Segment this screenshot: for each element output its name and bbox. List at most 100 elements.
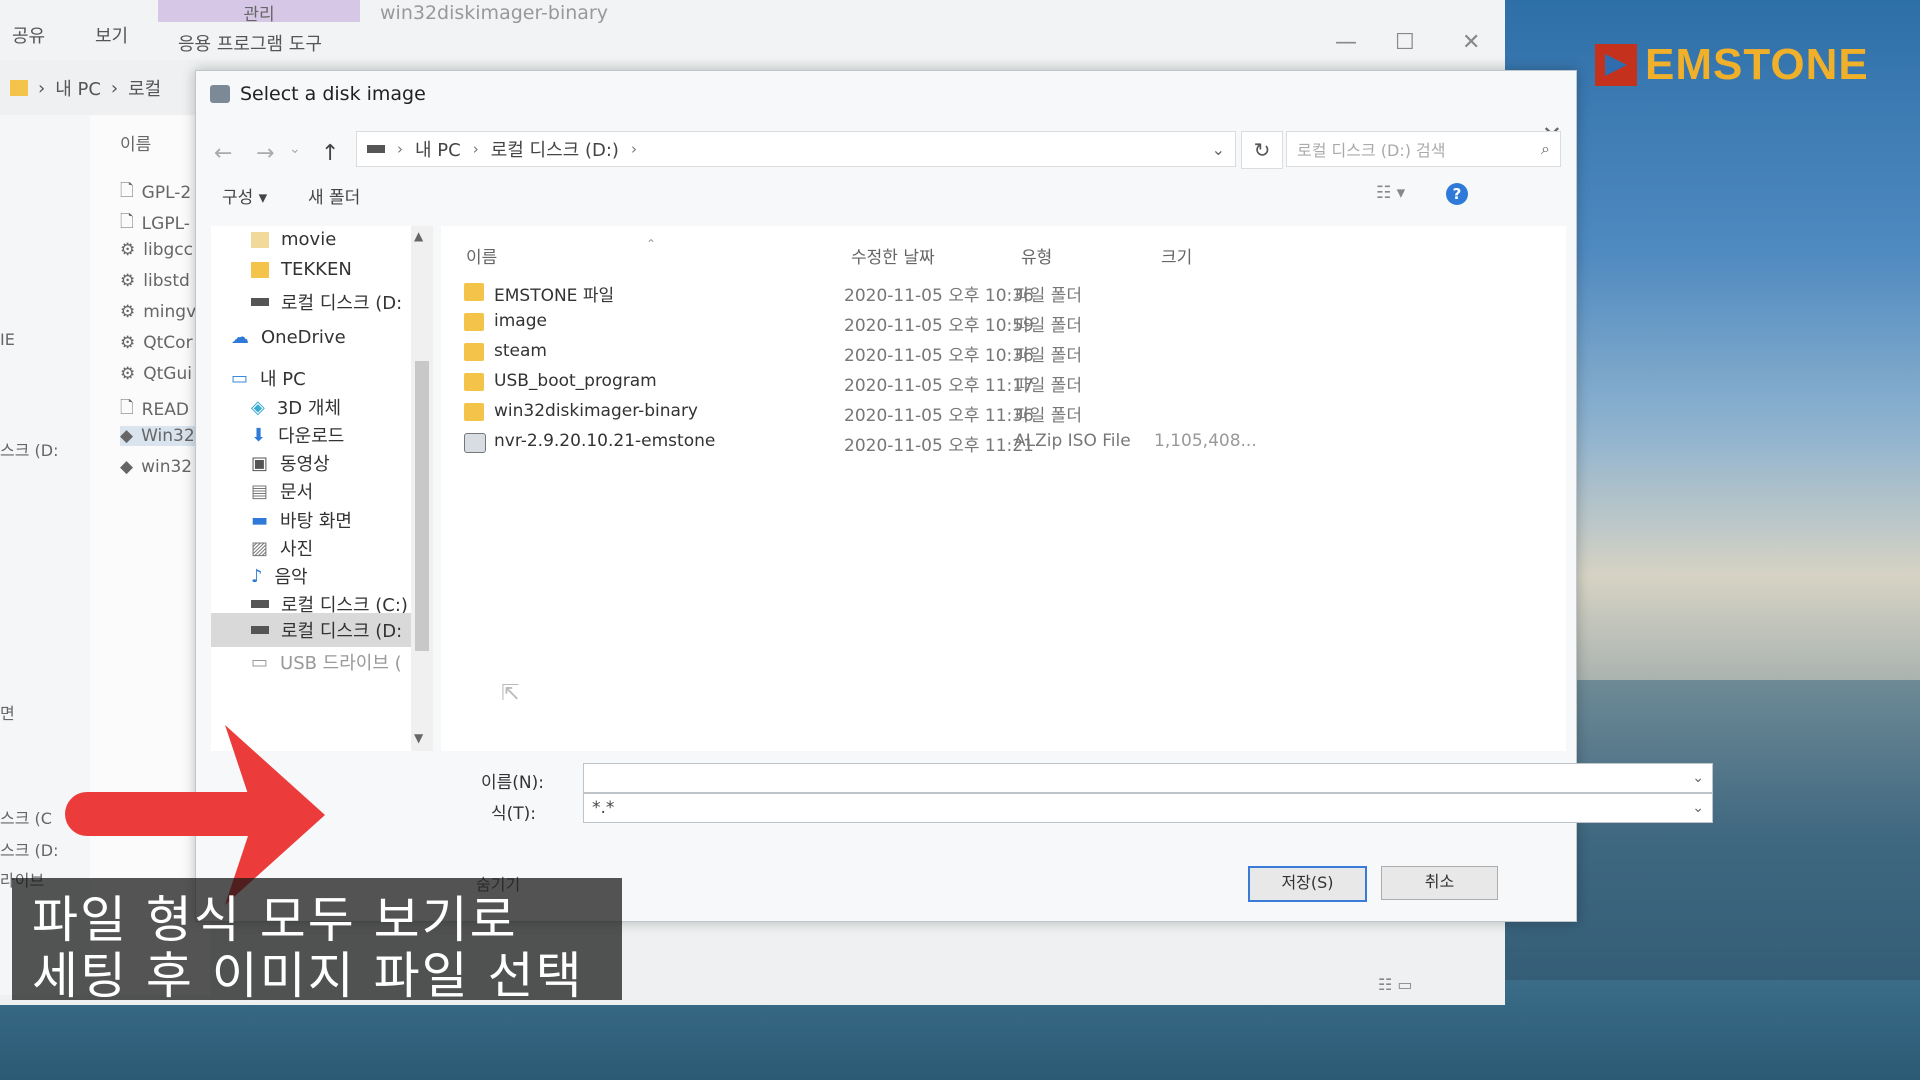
nav-item-downloads[interactable]: ⬇ 다운로드 bbox=[251, 422, 344, 448]
nav-item-movie[interactable]: movie bbox=[251, 229, 336, 250]
explorer-nav-item[interactable]: 면 bbox=[0, 700, 15, 724]
folder-icon bbox=[464, 373, 484, 391]
minimize-button[interactable]: — bbox=[1335, 30, 1357, 55]
search-input[interactable]: 로컬 디스크 (D:) 검색 ⌕ bbox=[1286, 131, 1561, 167]
dialog-address-bar[interactable]: › 내 PC › 로컬 디스크 (D:) › ⌄ bbox=[356, 131, 1236, 167]
folder-icon bbox=[10, 80, 28, 96]
nav-item-local-disk-d[interactable]: 로컬 디스크 (D: bbox=[211, 613, 411, 647]
drive-icon bbox=[251, 626, 269, 634]
close-icon[interactable]: ✕ bbox=[1462, 30, 1480, 55]
file-type: 파일 폴더 bbox=[1014, 406, 1082, 426]
save-button[interactable]: 저장(S) bbox=[1248, 866, 1367, 902]
nav-scroll-thumb[interactable] bbox=[415, 361, 429, 651]
chevron-down-icon[interactable]: ⌄ bbox=[1692, 794, 1704, 822]
crumb-this-pc[interactable]: 내 PC bbox=[415, 136, 461, 162]
chevron-right-icon: › bbox=[472, 140, 479, 158]
nav-item-onedrive[interactable]: ☁ OneDrive bbox=[231, 327, 346, 348]
new-folder-button[interactable]: 새 폴더 bbox=[308, 183, 360, 208]
nav-item-usb-drive[interactable]: ▭ USB 드라이브 ( bbox=[251, 649, 402, 675]
music-icon: ♪ bbox=[251, 565, 263, 587]
view-toggle-icons[interactable]: ☷ ▭ bbox=[1378, 975, 1413, 994]
tab-app-tools[interactable]: 응용 프로그램 도구 bbox=[178, 30, 322, 56]
explorer-file-row[interactable]: ⚙ libstd bbox=[120, 271, 190, 291]
explorer-ribbon-tabs: 공유 보기 관리 응용 프로그램 도구 win32diskimager-bina… bbox=[0, 0, 1505, 60]
nav-item-this-pc[interactable]: ▭ 내 PC bbox=[231, 365, 306, 391]
nav-item-videos[interactable]: ▣ 동영상 bbox=[251, 450, 330, 476]
maximize-button[interactable]: ☐ bbox=[1395, 30, 1415, 55]
file-type: 파일 폴더 bbox=[1014, 376, 1082, 396]
explorer-file-row[interactable]: ⚙ libgcc bbox=[120, 240, 193, 260]
file-row[interactable]: USB_boot_program 2020-11-05 오후 11:17 파일 … bbox=[464, 371, 1514, 399]
filetype-select[interactable]: *.* ⌄ bbox=[583, 793, 1713, 823]
file-date: 2020-11-05 오후 10:36 bbox=[844, 286, 1034, 306]
search-placeholder: 로컬 디스크 (D:) 검색 bbox=[1297, 141, 1446, 160]
app-icon: ◆ bbox=[120, 426, 134, 446]
drive-icon bbox=[251, 298, 269, 306]
explorer-file-row[interactable]: 🗋 GPL-2 bbox=[120, 178, 191, 207]
crumb-this-pc[interactable]: 내 PC bbox=[55, 75, 101, 101]
explorer-file-row[interactable]: ⚙ QtCor bbox=[120, 333, 193, 353]
file-icon: 🗋 bbox=[120, 212, 134, 232]
brand-logo: EMSTONE bbox=[1595, 40, 1869, 90]
explorer-nav-item[interactable]: IE bbox=[0, 330, 15, 349]
file-row[interactable]: image 2020-11-05 오후 10:59 파일 폴더 bbox=[464, 311, 1514, 339]
explorer-nav-item[interactable]: 스크 (D: bbox=[0, 837, 58, 861]
explorer-nav-item[interactable]: 스크 (C bbox=[0, 805, 52, 829]
explorer-file-row[interactable]: 🗋 LGPL- bbox=[120, 209, 190, 238]
dll-icon: ⚙ bbox=[120, 240, 136, 260]
sort-up-icon: ⌃ bbox=[646, 237, 657, 251]
column-type[interactable]: 유형 bbox=[1021, 243, 1052, 268]
nav-item-desktop[interactable]: ▬ 바탕 화면 bbox=[251, 507, 352, 533]
nav-item-tekken[interactable]: TEKKEN bbox=[251, 259, 352, 280]
explorer-file-row-selected[interactable]: ◆ Win32 bbox=[120, 426, 195, 446]
view-options-icon[interactable]: ☷ ▾ bbox=[1376, 183, 1405, 203]
tab-manage[interactable]: 관리 bbox=[158, 0, 360, 25]
help-icon[interactable]: ? bbox=[1446, 183, 1468, 205]
scroll-up-icon[interactable]: ▲ bbox=[414, 229, 423, 243]
up-arrow-icon[interactable]: ↑ bbox=[321, 141, 339, 166]
explorer-window-title: win32diskimager-binary bbox=[380, 2, 608, 24]
forward-arrow-icon[interactable]: → bbox=[256, 141, 274, 166]
refresh-icon[interactable]: ↻ bbox=[1241, 131, 1283, 169]
tab-view[interactable]: 보기 bbox=[95, 22, 128, 48]
file-row[interactable]: EMSTONE 파일 2020-11-05 오후 10:36 파일 폴더 bbox=[464, 281, 1514, 309]
crumb-local[interactable]: 로컬 bbox=[128, 75, 161, 101]
explorer-file-row[interactable]: ◆ win32 bbox=[120, 457, 192, 477]
chevron-down-icon[interactable]: ⌄ bbox=[1692, 764, 1704, 792]
nav-item-documents[interactable]: ▤ 문서 bbox=[251, 478, 313, 504]
explorer-file-row[interactable]: 🗋 READ bbox=[120, 395, 189, 424]
tab-share[interactable]: 공유 bbox=[12, 22, 45, 48]
explorer-file-row[interactable]: ⚙ QtGui bbox=[120, 364, 192, 384]
explorer-column-name[interactable]: 이름 bbox=[120, 130, 151, 155]
file-date: 2020-11-05 오후 11:36 bbox=[844, 406, 1034, 426]
explorer-address-bar[interactable]: › 내 PC › 로컬 bbox=[0, 70, 200, 106]
crumb-local-disk-d[interactable]: 로컬 디스크 (D:) bbox=[491, 136, 619, 162]
chevron-down-icon[interactable]: ⌄ bbox=[1212, 140, 1225, 159]
dialog-title: Select a disk image bbox=[240, 83, 426, 105]
nav-item-pictures[interactable]: ▨ 사진 bbox=[251, 535, 313, 561]
pc-icon: ▭ bbox=[231, 367, 249, 389]
video-icon: ▣ bbox=[251, 452, 269, 474]
file-type: ALZip ISO File bbox=[1014, 431, 1131, 451]
filename-input[interactable]: ⌄ bbox=[583, 763, 1713, 793]
organize-button[interactable]: 구성 ▾ bbox=[222, 183, 267, 208]
recent-dropdown-icon[interactable]: ⌄ bbox=[289, 141, 301, 157]
download-icon: ⬇ bbox=[251, 424, 267, 446]
back-arrow-icon[interactable]: ← bbox=[214, 141, 232, 166]
explorer-nav-pane: IE 스크 (D: 면 스크 (C 스크 (D: 라이브 bbox=[0, 115, 90, 995]
column-name[interactable]: 이름 bbox=[466, 243, 497, 268]
explorer-nav-item[interactable]: 스크 (D: bbox=[0, 437, 58, 461]
dll-icon: ⚙ bbox=[120, 271, 136, 291]
scroll-down-icon[interactable]: ▼ bbox=[414, 731, 423, 745]
cancel-button[interactable]: 취소 bbox=[1381, 866, 1498, 900]
file-row[interactable]: win32diskimager-binary 2020-11-05 오후 11:… bbox=[464, 401, 1514, 429]
explorer-file-row[interactable]: ⚙ mingv bbox=[120, 302, 196, 322]
folder-icon bbox=[251, 231, 269, 248]
column-size[interactable]: 크기 bbox=[1161, 243, 1192, 268]
file-row[interactable]: nvr-2.9.20.10.21-emstone 2020-11-05 오후 1… bbox=[464, 431, 1514, 459]
column-date[interactable]: 수정한 날짜 bbox=[851, 243, 935, 268]
nav-item-local-disk-d-quick[interactable]: 로컬 디스크 (D: bbox=[251, 289, 402, 315]
file-row[interactable]: steam 2020-11-05 오후 10:36 파일 폴더 bbox=[464, 341, 1514, 369]
nav-item-3d-objects[interactable]: ◈ 3D 개체 bbox=[251, 394, 341, 420]
nav-item-music[interactable]: ♪ 음악 bbox=[251, 563, 308, 589]
